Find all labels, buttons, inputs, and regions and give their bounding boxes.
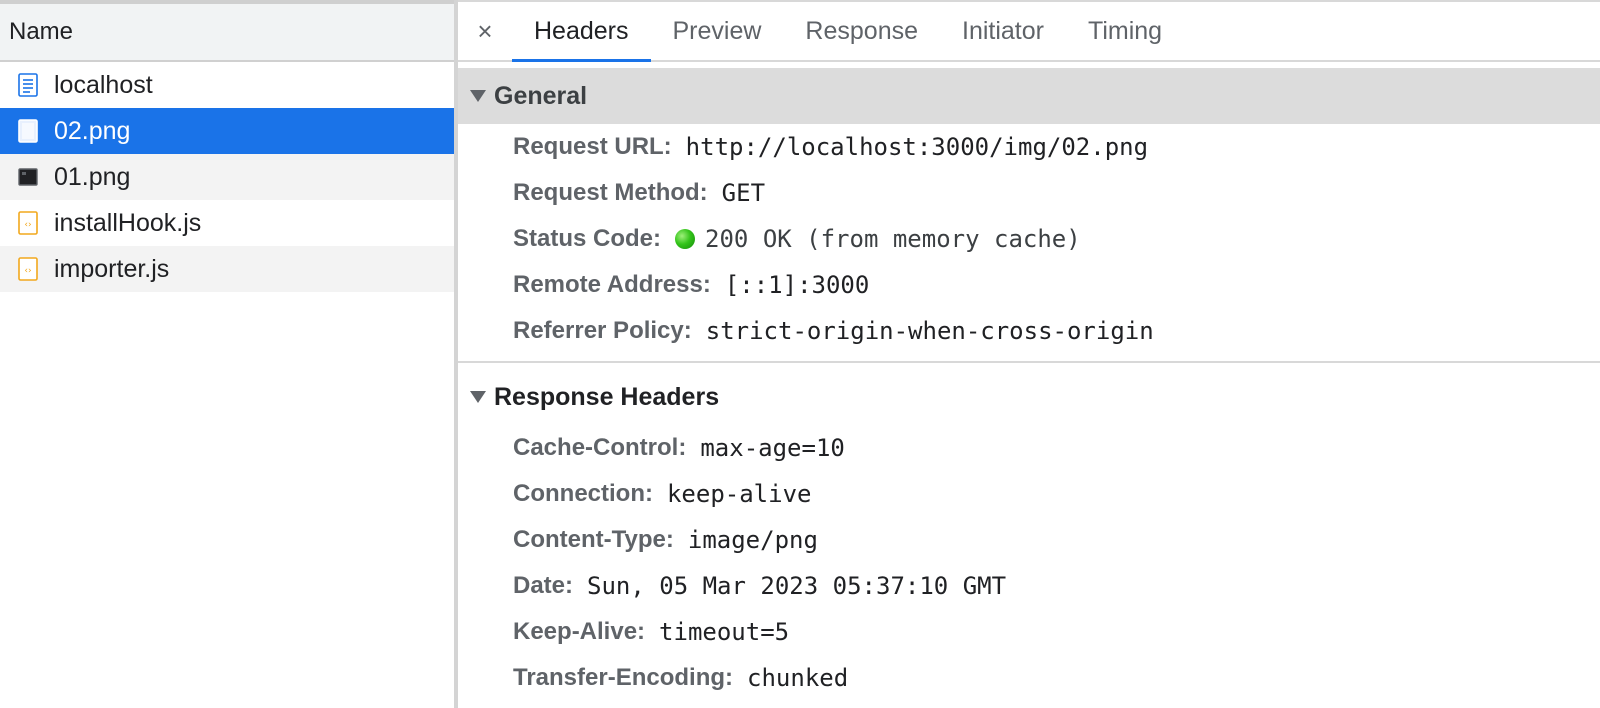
tab-timing[interactable]: Timing <box>1066 2 1184 60</box>
header-row: Cache-Control: max-age=10 <box>513 425 1600 471</box>
header-row: Status Code: 200 OK (from memory cache) <box>513 216 1600 262</box>
header-value: Sun, 05 Mar 2023 05:37:10 GMT <box>587 572 1007 600</box>
header-key: Remote Address: <box>513 271 711 298</box>
image-icon <box>17 164 39 190</box>
header-value: keep-alive <box>666 480 812 508</box>
response-headers-section-title: Response Headers <box>494 382 720 411</box>
header-value: strict-origin-when-cross-origin <box>705 317 1154 345</box>
section-divider <box>458 361 1600 363</box>
name-column-label: Name <box>9 18 74 45</box>
response-headers-section-header[interactable]: Response Headers <box>458 369 1600 425</box>
request-row-01-png[interactable]: 01.png <box>0 154 454 200</box>
tab-response[interactable]: Response <box>783 2 940 60</box>
svg-text:‹›: ‹› <box>24 220 31 230</box>
header-row: Remote Address: [::1]:3000 <box>513 262 1600 308</box>
header-key: Content-Type: <box>513 526 674 553</box>
document-icon <box>17 72 39 98</box>
general-section-title: General <box>494 81 588 110</box>
name-column-header[interactable]: Name <box>0 4 454 62</box>
header-value: chunked <box>747 664 849 692</box>
header-value: max-age=10 <box>700 434 845 462</box>
header-row: Request Method: GET <box>513 170 1600 216</box>
request-name: importer.js <box>54 254 170 283</box>
header-key: Status Code: <box>513 225 662 252</box>
collapse-triangle-icon <box>470 90 486 102</box>
header-key: Transfer-Encoding: <box>513 664 734 691</box>
tab-initiator[interactable]: Initiator <box>940 2 1066 60</box>
script-icon: ‹› <box>17 210 39 236</box>
header-key: Date: <box>513 572 574 599</box>
header-row: Date: Sun, 05 Mar 2023 05:37:10 GMT <box>513 563 1600 609</box>
request-name: installHook.js <box>54 208 202 237</box>
header-key: Cache-Control: <box>513 434 687 461</box>
script-icon: ‹› <box>17 256 39 282</box>
request-row-importer-js[interactable]: ‹› importer.js <box>0 246 454 292</box>
header-row: Request URL: http://localhost:3000/img/0… <box>513 124 1600 170</box>
header-row: Content-Type: image/png <box>513 517 1600 563</box>
header-row: Connection: keep-alive <box>513 471 1600 517</box>
request-list: localhost 02.png 01.png ‹› installHook.j… <box>0 62 454 292</box>
request-name: 02.png <box>54 116 131 145</box>
details-tab-bar: × Headers Preview Response Initiator Tim… <box>458 2 1600 62</box>
header-value: image/png <box>687 526 818 554</box>
header-row: Referrer Policy: strict-origin-when-cros… <box>513 308 1600 354</box>
header-key: Request URL: <box>513 133 672 160</box>
request-name: 01.png <box>54 162 131 191</box>
tab-headers[interactable]: Headers <box>512 2 651 62</box>
image-icon <box>17 118 39 144</box>
general-section-body: Request URL: http://localhost:3000/img/0… <box>458 124 1600 354</box>
header-value: http://localhost:3000/img/02.png <box>685 133 1149 161</box>
request-row-localhost[interactable]: localhost <box>0 62 454 108</box>
header-row: Transfer-Encoding: chunked <box>513 655 1600 701</box>
header-key: Keep-Alive: <box>513 618 646 645</box>
header-key: Connection: <box>513 480 653 507</box>
header-value: GET <box>721 179 766 207</box>
status-ok-icon <box>675 229 696 249</box>
general-section-header[interactable]: General <box>458 68 1600 124</box>
header-row: Keep-Alive: timeout=5 <box>513 609 1600 655</box>
header-key: Request Method: <box>513 179 708 206</box>
request-row-02-png[interactable]: 02.png <box>0 108 454 154</box>
header-value: timeout=5 <box>659 618 790 646</box>
svg-text:‹›: ‹› <box>24 266 31 276</box>
request-list-pane: Name localhost 02.png 01.png ‹› installH… <box>0 0 454 708</box>
request-name: localhost <box>54 70 153 99</box>
header-value: 200 OK (from memory cache) <box>705 225 1081 253</box>
tab-preview[interactable]: Preview <box>651 2 784 60</box>
request-details-pane: × Headers Preview Response Initiator Tim… <box>458 0 1600 708</box>
close-icon[interactable]: × <box>458 2 512 60</box>
header-value: [::1]:3000 <box>724 271 870 299</box>
response-headers-section-body: Cache-Control: max-age=10 Connection: ke… <box>458 425 1600 701</box>
request-row-installhook-js[interactable]: ‹› installHook.js <box>0 200 454 246</box>
header-key: Referrer Policy: <box>513 317 692 344</box>
collapse-triangle-icon <box>470 391 486 403</box>
